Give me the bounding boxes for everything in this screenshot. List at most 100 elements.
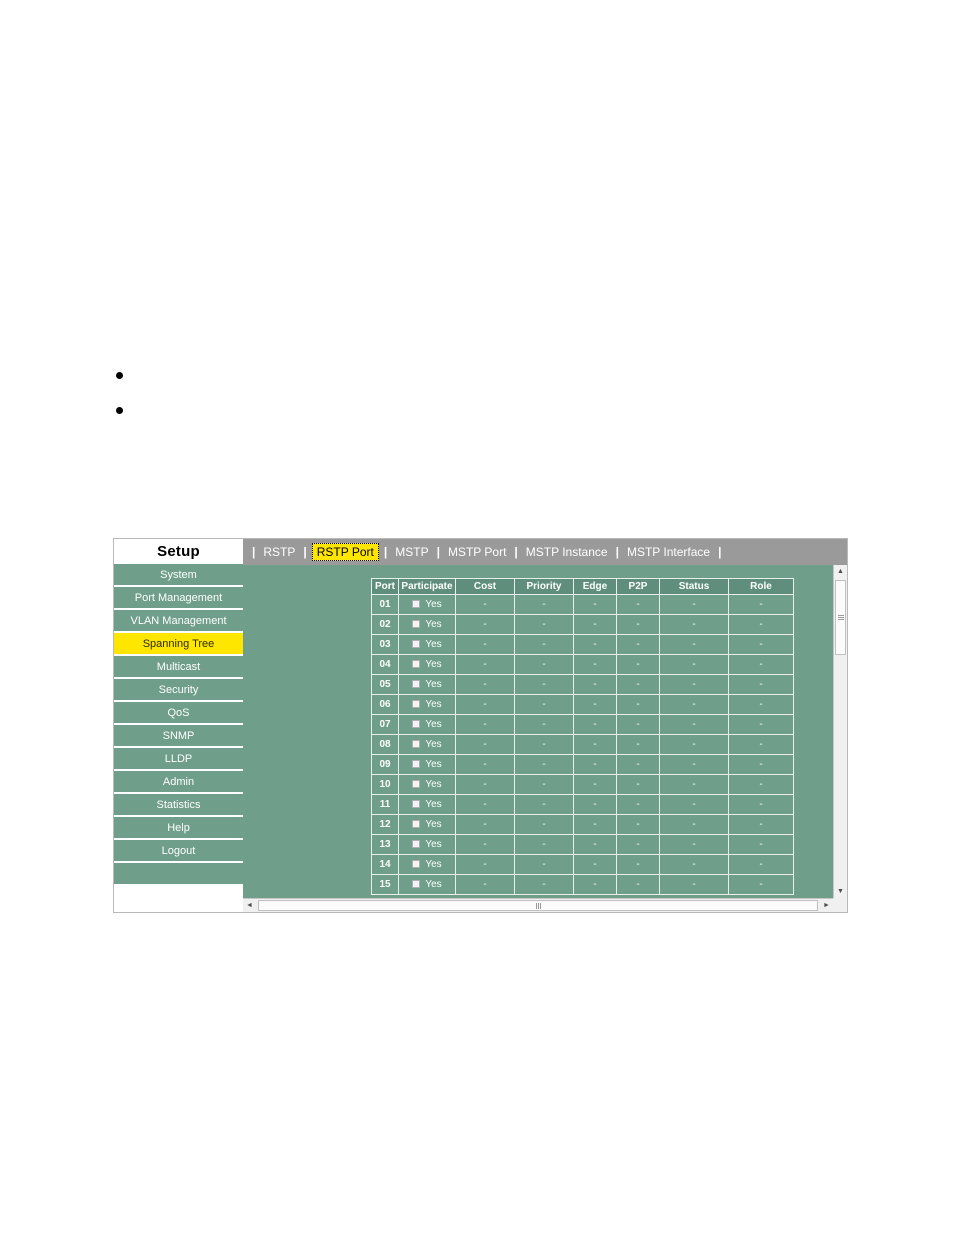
tab-mstp-interface[interactable]: MSTP Interface <box>624 544 713 560</box>
cell-cost: - <box>455 774 515 795</box>
list-item <box>100 395 500 430</box>
sidebar-item-security[interactable]: Security <box>114 679 243 702</box>
cell-participate[interactable]: Yes <box>398 814 456 835</box>
tab-rstp-port[interactable]: RSTP Port <box>311 543 379 561</box>
scroll-right-arrow-icon[interactable]: ► <box>820 899 833 912</box>
cell-edge: - <box>573 774 617 795</box>
participate-checkbox[interactable] <box>412 760 421 768</box>
cell-cost: - <box>455 814 515 835</box>
cell-participate[interactable]: Yes <box>398 834 456 855</box>
horizontal-scrollbar-thumb[interactable] <box>258 900 818 911</box>
cell-role: - <box>728 694 794 715</box>
table-row: 02 Yes - - - - - - <box>371 614 794 635</box>
cell-role: - <box>728 614 794 635</box>
cell-participate[interactable]: Yes <box>398 634 456 655</box>
cell-p2p: - <box>616 594 660 615</box>
tab-separator: | <box>615 545 619 559</box>
sidebar-item-statistics[interactable]: Statistics <box>114 794 243 817</box>
table-row: 13 Yes - - - - - - <box>371 834 794 855</box>
cell-port: 11 <box>371 794 399 815</box>
tab-mstp-port[interactable]: MSTP Port <box>445 544 509 560</box>
cell-participate[interactable]: Yes <box>398 794 456 815</box>
participate-checkbox[interactable] <box>412 860 421 868</box>
participate-checkbox[interactable] <box>412 620 421 628</box>
cell-participate[interactable]: Yes <box>398 774 456 795</box>
table-row: 15 Yes - - - - - - <box>371 874 794 895</box>
table-row: 11 Yes - - - - - - <box>371 794 794 815</box>
cell-participate[interactable]: Yes <box>398 674 456 695</box>
participate-checkbox[interactable] <box>412 660 421 668</box>
participate-checkbox[interactable] <box>412 600 421 608</box>
cell-edge: - <box>573 854 617 875</box>
cell-status: - <box>659 594 729 615</box>
table-row: 14 Yes - - - - - - <box>371 854 794 875</box>
cell-participate[interactable]: Yes <box>398 654 456 675</box>
horizontal-scrollbar[interactable]: ◄ ► <box>243 898 833 912</box>
sidebar-item-spanning-tree[interactable]: Spanning Tree <box>114 633 243 656</box>
participate-checkbox[interactable] <box>412 820 421 828</box>
cell-status: - <box>659 774 729 795</box>
cell-participate[interactable]: Yes <box>398 714 456 735</box>
cell-p2p: - <box>616 754 660 775</box>
table-row: 08 Yes - - - - - - <box>371 734 794 755</box>
sidebar-item-admin[interactable]: Admin <box>114 771 243 794</box>
participate-checkbox[interactable] <box>412 680 421 688</box>
column-header-edge: Edge <box>573 578 617 595</box>
sidebar-item-help[interactable]: Help <box>114 817 243 840</box>
scroll-left-arrow-icon[interactable]: ◄ <box>243 899 256 912</box>
sidebar-item-lldp[interactable]: LLDP <box>114 748 243 771</box>
cell-participate[interactable]: Yes <box>398 694 456 715</box>
participate-checkbox[interactable] <box>412 640 421 648</box>
cell-port: 09 <box>371 754 399 775</box>
cell-priority: - <box>514 694 574 715</box>
cell-cost: - <box>455 794 515 815</box>
cell-status: - <box>659 814 729 835</box>
participate-checkbox[interactable] <box>412 720 421 728</box>
participate-checkbox[interactable] <box>412 800 421 808</box>
cell-participate[interactable]: Yes <box>398 854 456 875</box>
participate-checkbox[interactable] <box>412 880 421 888</box>
scroll-up-arrow-icon[interactable]: ▲ <box>834 565 847 578</box>
cell-port: 07 <box>371 714 399 735</box>
table-row: 09 Yes - - - - - - <box>371 754 794 775</box>
cell-participate[interactable]: Yes <box>398 734 456 755</box>
participate-checkbox[interactable] <box>412 780 421 788</box>
participate-label: Yes <box>425 679 442 690</box>
cell-status: - <box>659 754 729 775</box>
column-header-role: Role <box>728 578 794 595</box>
participate-checkbox[interactable] <box>412 740 421 748</box>
vertical-scrollbar-thumb[interactable] <box>835 580 846 655</box>
participate-checkbox[interactable] <box>412 840 421 848</box>
cell-cost: - <box>455 674 515 695</box>
cell-role: - <box>728 854 794 875</box>
tab-rstp[interactable]: RSTP <box>260 544 298 560</box>
cell-participate[interactable]: Yes <box>398 594 456 615</box>
cell-port: 12 <box>371 814 399 835</box>
tab-separator: | <box>383 545 388 559</box>
sidebar-item-vlan-management[interactable]: VLAN Management <box>114 610 243 633</box>
sidebar-item-multicast[interactable]: Multicast <box>114 656 243 679</box>
sidebar-item-logout[interactable]: Logout <box>114 840 243 863</box>
sidebar-item-system[interactable]: System <box>114 564 243 587</box>
cell-p2p: - <box>616 694 660 715</box>
column-header-p2p: P2P <box>616 578 660 595</box>
scroll-down-arrow-icon[interactable]: ▼ <box>834 885 847 898</box>
participate-checkbox[interactable] <box>412 700 421 708</box>
tab-mstp[interactable]: MSTP <box>392 544 431 560</box>
sidebar-item-snmp[interactable]: SNMP <box>114 725 243 748</box>
cell-participate[interactable]: Yes <box>398 754 456 775</box>
bullet-point-icon <box>116 372 123 379</box>
vertical-scrollbar[interactable]: ▲ ▼ <box>833 565 847 898</box>
tab-mstp-instance[interactable]: MSTP Instance <box>523 544 611 560</box>
cell-p2p: - <box>616 834 660 855</box>
cell-participate[interactable]: Yes <box>398 614 456 635</box>
cell-participate[interactable]: Yes <box>398 874 456 895</box>
rstp-port-table: Port Participate Cost Priority Edge P2P … <box>371 578 794 895</box>
sidebar-item-port-management[interactable]: Port Management <box>114 587 243 610</box>
sidebar-item-qos[interactable]: QoS <box>114 702 243 725</box>
cell-edge: - <box>573 694 617 715</box>
cell-p2p: - <box>616 654 660 675</box>
column-header-participate: Participate <box>398 578 456 595</box>
scrollbar-corner <box>833 898 847 912</box>
bullet-point-icon <box>116 407 123 414</box>
